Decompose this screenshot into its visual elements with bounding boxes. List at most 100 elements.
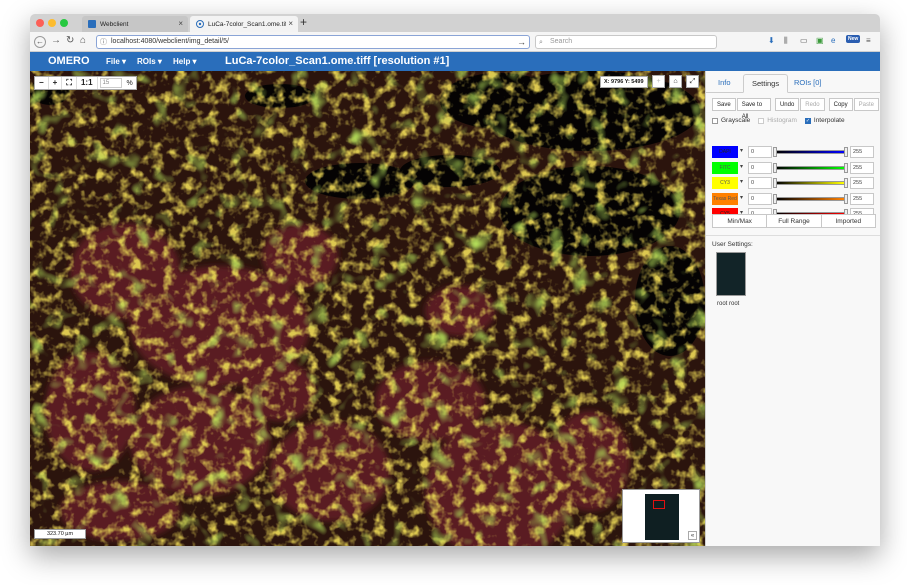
tab-webclient-label: Webclient <box>100 20 129 28</box>
channel-min-input[interactable]: 0 <box>748 161 772 174</box>
imported-button[interactable]: Imported <box>820 214 876 228</box>
slider-min-handle[interactable] <box>773 147 777 157</box>
close-tab-icon[interactable]: × <box>178 19 183 28</box>
interpolate-checkbox[interactable]: ✓ <box>804 117 811 124</box>
copy-button[interactable]: Copy <box>828 98 853 111</box>
channel-max-input[interactable]: 255 <box>850 146 874 158</box>
channel-range-slider[interactable] <box>775 150 845 154</box>
birds-eye-view[interactable]: « <box>622 489 700 543</box>
save-button[interactable]: Save <box>712 98 736 111</box>
sidebar-icon[interactable]: ▭ <box>800 36 808 45</box>
omero-logo[interactable]: OMERO <box>48 55 90 67</box>
user-settings-owner: root root <box>717 301 740 307</box>
go-arrow-icon[interactable]: → <box>517 36 526 48</box>
navigation-bar: ← → ↻ ⌂ ⓘ localhost:4080/webclient/img_d… <box>30 32 880 52</box>
redo-button[interactable]: Redo <box>800 98 825 111</box>
channel-min-input[interactable]: 0 <box>748 192 772 205</box>
user-settings-label: User Settings: <box>712 241 753 248</box>
grayscale-option[interactable]: Grayscale <box>712 117 750 124</box>
forward-icon[interactable]: → <box>51 35 61 46</box>
channel-max-input[interactable]: 255 <box>850 161 874 174</box>
tab-bar: Webclient × LuCa-7color_Scan1.ome.tiff [… <box>30 14 880 32</box>
image-viewer[interactable]: − + ⛶ 1:1 15 % X: 9796 Y: 5499 + ⌂ ⤢ 323… <box>30 71 705 546</box>
settings-toolbar: Save Save to All Undo Redo Copy Paste <box>712 98 880 120</box>
slider-min-handle[interactable] <box>773 178 777 188</box>
zoom-controls: − + ⛶ 1:1 15 % <box>34 76 137 90</box>
tab-settings[interactable]: Settings <box>743 74 789 93</box>
new-tab-icon[interactable]: + <box>300 15 307 29</box>
viewport-indicator[interactable] <box>653 500 665 509</box>
chevron-down-icon[interactable]: ▾ <box>740 147 743 154</box>
grayscale-checkbox[interactable] <box>712 117 718 124</box>
divider <box>706 235 880 236</box>
channel-color-button[interactable]: FITC <box>712 161 738 174</box>
collapse-icon[interactable]: « <box>688 531 697 540</box>
page-info-icon[interactable]: ⓘ <box>100 37 107 49</box>
close-tab-icon[interactable]: × <box>288 19 293 28</box>
url-text: localhost:4080/webclient/img_detail/5/ <box>111 38 229 45</box>
range-buttons: Min/Max Full Range Imported <box>712 214 876 228</box>
save-to-all-button[interactable]: Save to All <box>736 98 771 120</box>
minimize-window-icon[interactable] <box>48 19 56 27</box>
channel-color-button[interactable]: Texas Red <box>712 192 738 205</box>
home-view-icon[interactable]: ⌂ <box>669 75 682 88</box>
library-icon[interactable]: ⫼ <box>784 36 788 46</box>
close-window-icon[interactable] <box>36 19 44 27</box>
interpolate-label: Interpolate <box>813 117 845 124</box>
full-range-button[interactable]: Full Range <box>766 214 822 228</box>
extension-icon[interactable]: ▣ <box>816 36 824 45</box>
tab-image[interactable]: LuCa-7color_Scan1.ome.tiff [re... × <box>190 16 298 32</box>
channel-min-input[interactable]: 0 <box>748 177 772 189</box>
histogram-checkbox[interactable] <box>758 117 765 124</box>
slider-max-handle[interactable] <box>844 193 848 204</box>
tab-info[interactable]: Info <box>710 74 739 93</box>
zoom-input[interactable]: 15 <box>99 78 122 88</box>
slider-min-handle[interactable] <box>773 162 777 173</box>
back-icon[interactable]: ← <box>34 36 46 48</box>
search-placeholder: Search <box>550 38 573 45</box>
maximize-window-icon[interactable] <box>60 19 68 27</box>
menu-rois[interactable]: ROIs ▾ <box>137 57 162 66</box>
reload-icon[interactable]: ↻ <box>66 35 74 46</box>
min-max-button[interactable]: Min/Max <box>712 214 768 228</box>
chevron-down-icon[interactable]: ▾ <box>740 163 743 170</box>
home-icon[interactable]: ⌂ <box>80 35 86 46</box>
menu-file[interactable]: File ▾ <box>106 57 126 66</box>
slider-min-handle[interactable] <box>773 193 777 204</box>
download-icon[interactable]: ⬇ <box>768 36 775 45</box>
zoom-in-button[interactable]: + <box>49 77 63 89</box>
hamburger-menu-icon[interactable]: ≡ <box>866 36 871 45</box>
chevron-down-icon[interactable]: ▾ <box>740 178 743 185</box>
right-panel: Info Settings ROIs [0] Save Save to All … <box>705 71 880 546</box>
new-badge-icon[interactable]: New <box>846 35 861 43</box>
channel-min-input[interactable]: 0 <box>748 146 772 158</box>
menu-help[interactable]: Help ▾ <box>173 57 197 66</box>
search-input[interactable]: ⌕ Search <box>535 35 717 49</box>
channel-max-input[interactable]: 255 <box>850 192 874 205</box>
channel-range-slider[interactable] <box>775 181 845 185</box>
chevron-down-icon[interactable]: ▾ <box>740 194 743 201</box>
slider-max-handle[interactable] <box>844 178 848 188</box>
paste-button[interactable]: Paste <box>853 98 879 111</box>
slider-max-handle[interactable] <box>844 162 848 173</box>
fullscreen-icon[interactable]: ⤢ <box>686 75 699 88</box>
url-bar[interactable]: ⓘ localhost:4080/webclient/img_detail/5/… <box>96 35 530 49</box>
undo-button[interactable]: Undo <box>774 98 800 111</box>
interpolate-option[interactable]: ✓ Interpolate <box>804 117 845 124</box>
edge-extension-icon[interactable]: e <box>831 36 835 45</box>
zoom-out-button[interactable]: − <box>35 77 49 89</box>
channel-color-button[interactable]: DAPI <box>712 146 738 158</box>
user-settings-thumbnail[interactable] <box>716 252 746 296</box>
histogram-option[interactable]: Histogram <box>758 117 797 124</box>
channel-color-button[interactable]: CY3 <box>712 177 738 189</box>
crosshair-icon[interactable]: + <box>652 75 665 88</box>
channel-range-slider[interactable] <box>775 196 845 201</box>
tab-rois[interactable]: ROIs [0] <box>786 74 830 93</box>
tab-webclient[interactable]: Webclient × <box>82 16 188 32</box>
channel-max-input[interactable]: 255 <box>850 177 874 189</box>
channel-range-slider[interactable] <box>775 165 845 170</box>
zoom-one-to-one-button[interactable]: 1:1 <box>77 77 98 89</box>
channel-row-dapi: DAPI ▾ 0 255 <box>712 146 876 158</box>
zoom-fit-icon[interactable]: ⛶ <box>62 77 77 89</box>
slider-max-handle[interactable] <box>844 147 848 157</box>
